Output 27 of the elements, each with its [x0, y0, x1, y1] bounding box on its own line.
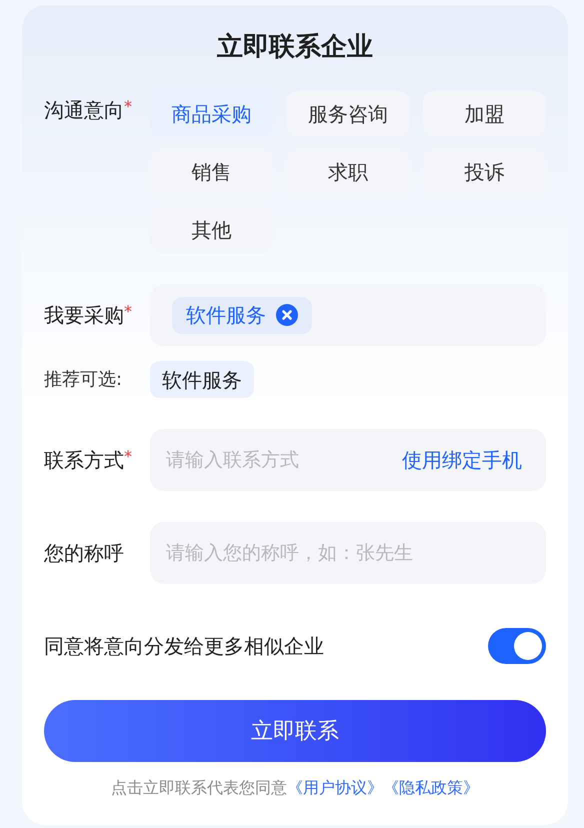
- required-mark: *: [124, 96, 132, 118]
- required-mark: *: [124, 446, 132, 468]
- policy-link[interactable]: 《用户协议》: [287, 778, 383, 797]
- tag-label: 软件服务: [186, 302, 266, 329]
- field-label: 我要采购: [44, 302, 124, 329]
- intent-chip[interactable]: 加盟: [422, 91, 546, 137]
- use-bound-phone-link[interactable]: 使用绑定手机: [402, 445, 522, 475]
- purchase-field[interactable]: 软件服务: [150, 284, 546, 346]
- contact-now-button[interactable]: 立即联系: [44, 700, 546, 762]
- intent-chip[interactable]: 服务咨询: [286, 91, 410, 137]
- share-toggle[interactable]: [488, 628, 546, 664]
- intent-chip[interactable]: 投诉: [422, 149, 546, 195]
- field-label: 联系方式: [44, 447, 124, 474]
- dialog-title: 立即联系企业: [216, 31, 374, 64]
- name-field[interactable]: 请输入您的称呼，如：张先生: [150, 522, 546, 584]
- required-mark: *: [124, 301, 132, 323]
- field-label: 您的称呼: [44, 540, 124, 567]
- intent-chip[interactable]: 求职: [286, 149, 410, 195]
- share-consent-label: 同意将意向分发给更多相似企业: [44, 633, 324, 660]
- policy-link[interactable]: 《隐私政策》: [383, 778, 479, 797]
- agreement-notice: 点击立即联系代表您同意《用户协议》《隐私政策》: [110, 777, 480, 799]
- suggestion-chip[interactable]: 软件服务: [150, 361, 254, 398]
- intent-chip[interactable]: 其他: [150, 207, 274, 253]
- remove-icon[interactable]: [276, 304, 298, 326]
- intent-chip[interactable]: 销售: [150, 149, 274, 195]
- field-label: 推荐可选:: [44, 369, 122, 390]
- field-label: 沟通意向: [44, 97, 124, 124]
